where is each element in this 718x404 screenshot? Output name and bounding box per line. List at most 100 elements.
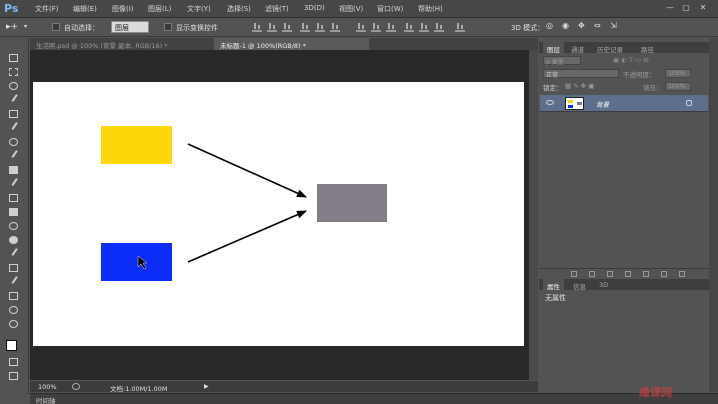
- layer-style-icon[interactable]: [589, 271, 595, 277]
- adjustment-layer-icon[interactable]: [625, 271, 631, 277]
- clone-stamp-tool-icon[interactable]: [7, 164, 21, 176]
- layer-name[interactable]: 背景: [596, 99, 609, 109]
- 3d-rotate-icon[interactable]: ◎: [546, 21, 553, 30]
- align-hcenter-icon[interactable]: [315, 22, 325, 32]
- tab-3d[interactable]: 3D: [595, 279, 612, 290]
- quick-select-tool-icon[interactable]: [7, 94, 24, 106]
- tab-info[interactable]: 信息: [569, 279, 590, 291]
- distribute-right-icon[interactable]: [434, 22, 444, 32]
- show-transform-checkbox[interactable]: [164, 23, 172, 31]
- menu-type[interactable]: 文字(Y): [187, 4, 211, 14]
- tab-channels[interactable]: 通道: [567, 42, 588, 54]
- add-mask-icon[interactable]: [607, 271, 613, 277]
- timeline-label[interactable]: 时间轴: [36, 395, 56, 404]
- menu-3d[interactable]: 3D(D): [304, 4, 325, 12]
- lasso-tool-icon[interactable]: [7, 80, 21, 92]
- fill-field[interactable]: 100%: [665, 82, 691, 91]
- layer-lock-icon: [686, 100, 692, 106]
- new-layer-icon[interactable]: [661, 271, 667, 277]
- hand-tool-icon[interactable]: [7, 304, 21, 316]
- rectangle-tool-icon[interactable]: [7, 290, 21, 302]
- canvas[interactable]: [33, 82, 524, 346]
- dodge-tool-icon[interactable]: [7, 234, 21, 246]
- healing-brush-tool-icon[interactable]: [7, 136, 21, 148]
- mouse-cursor-icon: [137, 255, 148, 270]
- distribute-vcenter-icon[interactable]: [371, 22, 381, 32]
- photoshop-logo: Ps: [4, 2, 19, 15]
- align-right-icon[interactable]: [330, 22, 340, 32]
- quick-mask-icon[interactable]: [7, 356, 21, 368]
- menu-layer[interactable]: 图层(L): [148, 4, 171, 14]
- move-tool-icon[interactable]: [7, 52, 21, 64]
- menu-select[interactable]: 选择(S): [227, 4, 251, 14]
- marquee-tool-icon[interactable]: [7, 66, 21, 78]
- layers-footer: [539, 268, 709, 278]
- distribute-top-icon[interactable]: [356, 22, 366, 32]
- screen-mode-icon[interactable]: [7, 370, 21, 382]
- menu-file[interactable]: 文件(F): [35, 4, 59, 14]
- align-left-icon[interactable]: [300, 22, 310, 32]
- move-tool-icon[interactable]: ▸+: [6, 22, 18, 32]
- delete-layer-icon[interactable]: [679, 271, 685, 277]
- arrow-blue-to-gray: [187, 210, 307, 263]
- path-selection-tool-icon[interactable]: [7, 276, 24, 288]
- menu-help[interactable]: 帮助(H): [418, 4, 443, 14]
- tab-layers[interactable]: 图层: [543, 42, 564, 54]
- menu-filter[interactable]: 滤镜(T): [265, 4, 289, 14]
- type-tool-icon[interactable]: [7, 262, 21, 274]
- eyedropper-tool-icon[interactable]: [7, 122, 24, 134]
- auto-select-checkbox[interactable]: [52, 23, 60, 31]
- gradient-tool-icon[interactable]: [7, 206, 21, 218]
- 3d-scale-icon[interactable]: ⇲: [610, 21, 617, 30]
- vertical-scrollbar[interactable]: [529, 50, 538, 380]
- align-bottom-icon[interactable]: [282, 22, 292, 32]
- maximize-button[interactable]: ▢: [680, 3, 692, 14]
- tool-preset-arrow-icon[interactable]: ▾: [24, 23, 27, 30]
- distribute-bottom-icon[interactable]: [386, 22, 396, 32]
- align-vcenter-icon[interactable]: [267, 22, 277, 32]
- zoom-tool-icon[interactable]: [7, 318, 21, 330]
- layer-kind-filter[interactable]: ρ 类型: [543, 56, 581, 66]
- status-arrow-icon[interactable]: ▶: [204, 383, 209, 390]
- blend-mode-dropdown[interactable]: 正常: [543, 69, 619, 79]
- zoom-level[interactable]: 100%: [38, 383, 57, 391]
- tab-paths[interactable]: 路径: [637, 42, 658, 54]
- brush-tool-icon[interactable]: [7, 150, 24, 162]
- 3d-pan-icon[interactable]: ✥: [578, 21, 585, 30]
- layer-row-background[interactable]: 背景: [540, 95, 708, 112]
- visibility-eye-icon[interactable]: [546, 100, 554, 105]
- timeline-bar[interactable]: 时间轴: [30, 393, 718, 404]
- menu-view[interactable]: 视图(V): [339, 4, 363, 14]
- auto-align-icon[interactable]: [455, 22, 465, 32]
- panel-dock-strip: [709, 38, 718, 392]
- foreground-color-swatch[interactable]: [6, 340, 17, 351]
- tab-document-1[interactable]: 生活照.psd @ 100% (背景 副本, RGB/16) *: [30, 38, 210, 50]
- distribute-hcenter-icon[interactable]: [419, 22, 429, 32]
- tab-history[interactable]: 历史记录: [593, 42, 627, 54]
- align-top-icon[interactable]: [252, 22, 262, 32]
- minimize-button[interactable]: —: [664, 3, 676, 14]
- lock-icons[interactable]: ▦ ✎ ✥ ▣: [565, 82, 594, 92]
- right-panel: 图层 通道 历史记录 路径 ρ 类型 ▣ ◐ T ▭ ⊞ 正常 不透明度： 10…: [539, 38, 709, 392]
- tab-properties[interactable]: 属性: [543, 279, 564, 291]
- doc-info-menu-icon[interactable]: [72, 383, 80, 390]
- tab-document-2[interactable]: 未标题-1 @ 100%(RGB/8) *: [214, 38, 369, 50]
- distribute-left-icon[interactable]: [404, 22, 414, 32]
- eraser-tool-icon[interactable]: [7, 192, 21, 204]
- history-brush-tool-icon[interactable]: [7, 178, 24, 190]
- auto-select-dropdown[interactable]: 图层: [111, 21, 149, 33]
- menu-window[interactable]: 窗口(W): [377, 4, 403, 14]
- layer-filter-icons[interactable]: ▣ ◐ T ▭ ⊞: [613, 56, 649, 66]
- menu-image[interactable]: 图像(I): [112, 4, 134, 14]
- opacity-field[interactable]: 100%: [665, 69, 691, 78]
- 3d-slide-icon[interactable]: ⇔: [594, 21, 601, 30]
- new-group-icon[interactable]: [643, 271, 649, 277]
- link-layers-icon[interactable]: [571, 271, 577, 277]
- crop-tool-icon[interactable]: [7, 108, 21, 120]
- arrows-layer: [137, 143, 307, 270]
- close-button[interactable]: ✕: [697, 3, 709, 14]
- 3d-roll-icon[interactable]: ◉: [562, 21, 569, 30]
- pen-tool-icon[interactable]: [7, 248, 24, 260]
- menu-edit[interactable]: 编辑(E): [73, 4, 97, 14]
- blur-tool-icon[interactable]: [7, 220, 21, 232]
